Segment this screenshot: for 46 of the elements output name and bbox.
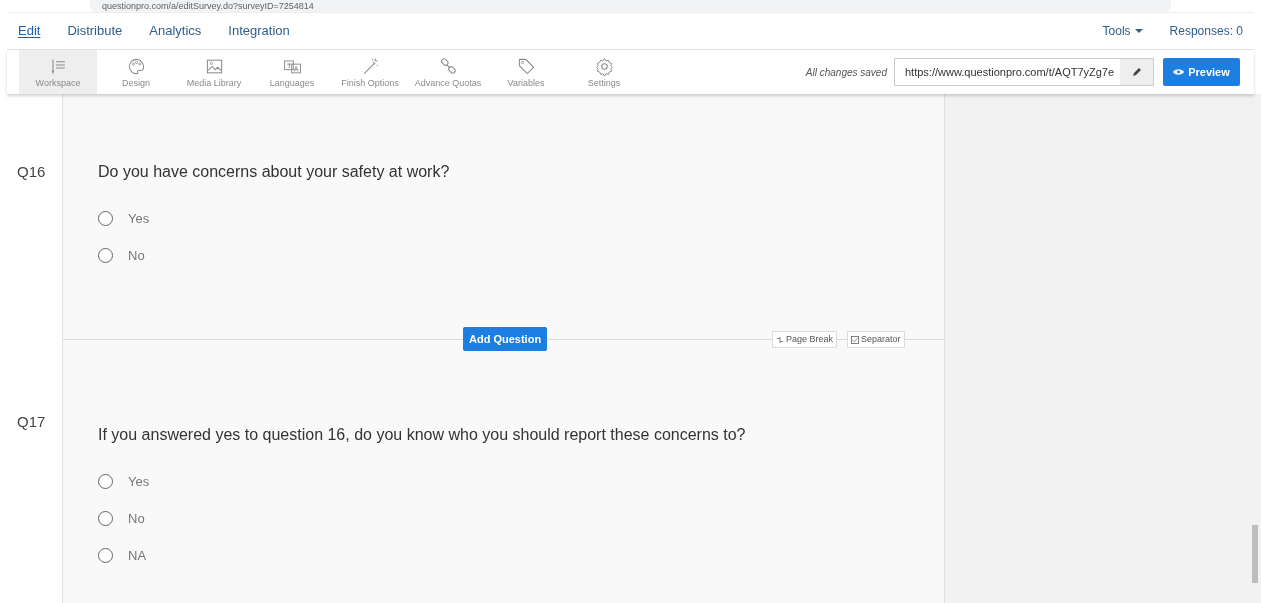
add-question-button[interactable]: Add Question	[463, 327, 548, 351]
design-icon	[126, 56, 146, 76]
option-label: No	[128, 509, 145, 528]
radio-button[interactable]	[98, 211, 113, 226]
responses-link[interactable]: Responses: 0	[1169, 22, 1243, 40]
radio-button[interactable]	[98, 511, 113, 526]
toolbar-tab[interactable]: Media Library	[175, 50, 253, 94]
preview-button[interactable]: Preview	[1163, 58, 1240, 86]
toolbar-tab[interactable]: Advance Quotas	[409, 50, 487, 94]
nav-tab[interactable]: Edit	[18, 21, 41, 41]
checkbox-icon	[851, 335, 859, 344]
option-label: NA	[128, 546, 147, 565]
radio-button[interactable]	[98, 474, 113, 489]
separator-button[interactable]: Separator	[847, 331, 905, 348]
option-label: Yes	[128, 209, 150, 228]
quotas-icon	[438, 56, 458, 76]
toolbar-tab[interactable]: Variables	[487, 50, 565, 94]
page-break-icon	[776, 335, 784, 344]
question-number: Q17	[16, 412, 47, 432]
caret-icon	[1134, 29, 1143, 33]
option-label: No	[128, 246, 145, 265]
nav-tab[interactable]: Analytics	[149, 21, 202, 41]
radio-button[interactable]	[98, 548, 113, 563]
toolbar-tab[interactable]: Finish Options	[331, 50, 409, 94]
tools-menu[interactable]: Tools	[1102, 22, 1143, 40]
address-bar[interactable]: questionpro.com/a/editSurvey.do?surveyID=7254814	[90, 0, 1171, 12]
share-url-field[interactable]: https://www.questionpro.com/t/AQT7yZg7e	[894, 58, 1154, 86]
toolbar-tab[interactable]: Workspace	[19, 50, 97, 94]
page-break-button[interactable]: Page Break	[772, 331, 838, 348]
toolbar-tab[interactable]: Languages	[253, 50, 331, 94]
question-text: If you answered yes to question 16, do you know who you should report these concerns to?	[98, 425, 747, 445]
radio-button[interactable]	[98, 248, 113, 263]
question-number: Q16	[16, 162, 47, 182]
eye-icon	[1173, 68, 1185, 76]
toolbar-tab[interactable]: Design	[97, 50, 175, 94]
pencil-icon	[1131, 67, 1142, 77]
save-status: All changes saved	[805, 65, 887, 80]
edit-button[interactable]	[1120, 59, 1153, 85]
nav-tab[interactable]: Distribute	[67, 21, 123, 41]
nav-tab[interactable]: Integration	[228, 21, 290, 41]
toolbar-tab[interactable]: Settings	[565, 50, 643, 94]
option-label: Yes	[128, 472, 150, 491]
settings-icon	[594, 56, 614, 76]
question-text: Do you have concerns about your safety at work?	[98, 162, 451, 182]
variables-icon	[516, 56, 536, 76]
scrollbar-thumb[interactable]	[1252, 525, 1258, 583]
